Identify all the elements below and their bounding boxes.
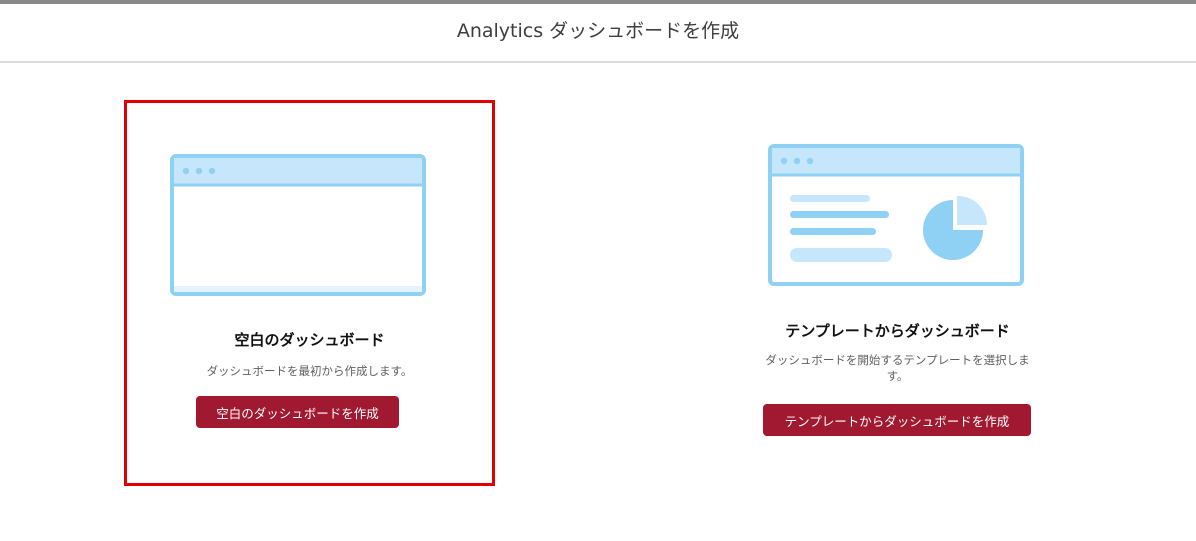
blank-dashboard-illustration bbox=[170, 154, 426, 296]
create-blank-dashboard-button[interactable]: 空白のダッシュボードを作成 bbox=[196, 396, 399, 428]
template-dashboard-description: ダッシュボードを開始するテンプレートを選択しま す。 bbox=[750, 352, 1045, 384]
template-dashboard-card[interactable]: テンプレートからダッシュボード ダッシュボードを開始するテンプレートを選択しま … bbox=[700, 100, 1095, 486]
template-dashboard-illustration bbox=[768, 144, 1024, 286]
page-header: Analytics ダッシュボードを作成 bbox=[0, 4, 1196, 63]
blank-dashboard-description: ダッシュボードを最初から作成します。 bbox=[206, 364, 413, 378]
page-title: Analytics ダッシュボードを作成 bbox=[456, 20, 740, 42]
template-description-line-1: ダッシュボードを開始するテンプレートを選択しま bbox=[765, 353, 1030, 367]
template-dashboard-title: テンプレートからダッシュボード bbox=[785, 322, 1010, 340]
blank-dashboard-card[interactable]: 空白のダッシュボード ダッシュボードを最初から作成します。 空白のダッシュボード… bbox=[124, 100, 495, 486]
create-template-dashboard-button[interactable]: テンプレートからダッシュボードを作成 bbox=[763, 404, 1031, 436]
template-description-line-2: す。 bbox=[886, 369, 909, 383]
blank-dashboard-title: 空白のダッシュボード bbox=[234, 331, 385, 349]
